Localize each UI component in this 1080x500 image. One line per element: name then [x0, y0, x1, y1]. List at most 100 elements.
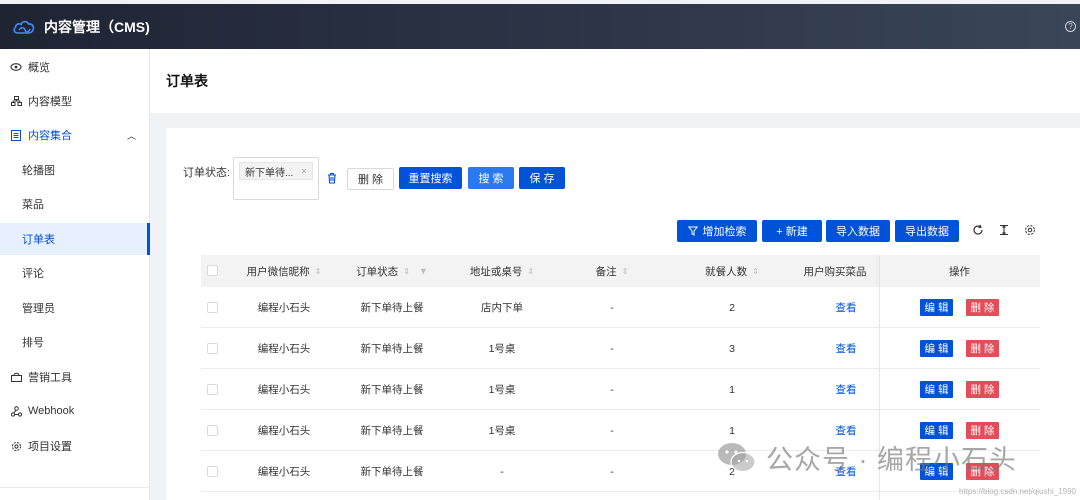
- sort-icon[interactable]: ⇕: [527, 267, 534, 276]
- sidebar-item-webhook[interactable]: Webhook: [0, 395, 150, 427]
- col-label: 订单状态: [356, 265, 399, 278]
- edit-button[interactable]: 编 辑: [920, 340, 953, 357]
- sort-icon[interactable]: ⇕: [752, 267, 759, 276]
- col-status[interactable]: 订单状态 ⇕ ▼: [337, 255, 447, 287]
- sidebar-item-marketing[interactable]: 营销工具: [0, 361, 150, 393]
- select-all-checkbox[interactable]: [207, 265, 218, 276]
- sidebar-item-label: 评论: [22, 268, 44, 280]
- edit-button[interactable]: 编 辑: [920, 422, 953, 439]
- filter-tag-label: 新下单待...: [245, 167, 294, 179]
- close-icon[interactable]: ×: [301, 166, 306, 176]
- sidebar-item-label: Webhook: [28, 405, 75, 417]
- cell-nickname: 编程小石头: [257, 466, 311, 478]
- import-data-button[interactable]: 导入数据: [826, 220, 890, 242]
- view-dishes-link[interactable]: 查看: [791, 287, 901, 328]
- page-header: 订单表: [150, 49, 1080, 113]
- sidebar-item-label: 项目设置: [28, 441, 72, 453]
- export-data-button[interactable]: 导出数据: [895, 220, 959, 242]
- cell-nickname: 编程小石头: [257, 302, 311, 314]
- table-header: 用户微信昵称 ⇕ 订单状态 ⇕ ▼ 地址或桌号 ⇕ 备注 ⇕ 就餐人数 ⇕ 用户购买菜品 操…: [201, 255, 1040, 287]
- search-button[interactable]: 搜 索: [468, 167, 514, 189]
- table-row: 编程小石头 新下单待上餐 1号桌 - 1 查看 编 辑 删 除: [201, 369, 1040, 410]
- delete-filter-button[interactable]: 删 除: [347, 168, 394, 190]
- col-label: 就餐人数: [705, 265, 748, 278]
- trash-icon[interactable]: [326, 172, 338, 184]
- col-diners[interactable]: 就餐人数 ⇕: [677, 255, 787, 287]
- sidebar-item-dishes[interactable]: 菜品: [0, 188, 150, 220]
- edit-button[interactable]: 编 辑: [920, 381, 953, 398]
- cell-remark: -: [610, 465, 614, 478]
- save-button[interactable]: 保 存: [519, 167, 565, 189]
- sort-icon[interactable]: ⇕: [403, 267, 410, 276]
- cell-diners: 1: [729, 383, 735, 396]
- col-nickname[interactable]: 用户微信昵称 ⇕: [231, 255, 337, 287]
- reset-search-button[interactable]: 重置搜索: [399, 167, 462, 189]
- sidebar-item-admins[interactable]: 管理员: [0, 292, 150, 324]
- sidebar-item-label: 订单表: [22, 234, 55, 246]
- list-icon: [10, 129, 22, 141]
- column-height-icon[interactable]: [997, 223, 1011, 237]
- view-dishes-link[interactable]: 查看: [791, 328, 901, 369]
- cell-diners: 3: [729, 342, 735, 355]
- filter-icon[interactable]: ▼: [419, 266, 428, 276]
- status-filter-select[interactable]: 新下单待... ×: [233, 157, 319, 200]
- cell-status: 新下单待上餐: [360, 384, 424, 396]
- sidebar-item-carousel[interactable]: 轮播图: [0, 154, 150, 186]
- sidebar-item-overview[interactable]: 概览: [0, 51, 150, 83]
- help-icon[interactable]: ?: [1065, 21, 1076, 32]
- webhook-icon: [10, 405, 22, 417]
- delete-button[interactable]: 删 除: [966, 340, 999, 357]
- sort-icon[interactable]: ⇕: [622, 267, 629, 276]
- settings-icon[interactable]: [1023, 223, 1037, 237]
- cell-remark: -: [610, 424, 614, 437]
- filter-icon: [687, 226, 698, 236]
- sidebar-item-queue[interactable]: 排号: [0, 326, 150, 358]
- cell-remark: -: [610, 342, 614, 355]
- col-ops: 操作: [879, 255, 1040, 287]
- sidebar-item-content-model[interactable]: 内容模型: [0, 85, 150, 117]
- refresh-icon[interactable]: [971, 223, 985, 237]
- cell-address: 1号桌: [488, 384, 516, 396]
- cell-diners: 2: [729, 301, 735, 314]
- logo[interactable]: 内容管理（CMS): [0, 17, 150, 37]
- row-checkbox[interactable]: [207, 302, 218, 313]
- col-label: 地址或桌号: [469, 265, 523, 278]
- app-title: 内容管理（CMS): [44, 18, 150, 35]
- edit-button[interactable]: 编 辑: [920, 299, 953, 316]
- row-checkbox[interactable]: [207, 343, 218, 354]
- cell-remark: -: [610, 383, 614, 396]
- chevron-up-icon[interactable]: ︿: [127, 129, 136, 142]
- add-filter-button[interactable]: 增加检索: [677, 220, 757, 242]
- table-row: 编程小石头 新下单待上餐 1号桌 - 3 查看 编 辑 删 除: [201, 328, 1040, 369]
- watermark-text: 公众号 · 编程小石头: [766, 445, 1017, 475]
- sidebar-item-project-settings[interactable]: 项目设置: [0, 430, 150, 462]
- row-checkbox[interactable]: [207, 384, 218, 395]
- row-checkbox[interactable]: [207, 425, 218, 436]
- sidebar-divider: [0, 487, 150, 488]
- sidebar-item-label: 概览: [28, 62, 50, 74]
- col-label: 用户微信昵称: [246, 265, 310, 278]
- sidebar-item-orders[interactable]: 订单表: [0, 223, 150, 255]
- table-row: 编程小石头 新下单待上餐 店内下单 - 2 查看 编 辑 删 除: [201, 287, 1040, 328]
- col-address[interactable]: 地址或桌号 ⇕: [447, 255, 557, 287]
- delete-button[interactable]: 删 除: [966, 422, 999, 439]
- sort-icon[interactable]: ⇕: [315, 267, 322, 276]
- delete-button[interactable]: 删 除: [966, 299, 999, 316]
- filter-tag: 新下单待... ×: [239, 162, 313, 180]
- sidebar-item-label: 营销工具: [28, 372, 72, 384]
- sidebar-item-comments[interactable]: 评论: [0, 257, 150, 289]
- watermark-url: https://blog.csdn.net/qiushi_1990: [959, 487, 1076, 496]
- delete-button[interactable]: 删 除: [966, 381, 999, 398]
- sidebar-item-label: 内容集合: [28, 130, 72, 142]
- new-button[interactable]: + 新建: [762, 220, 822, 242]
- view-dishes-link[interactable]: 查看: [791, 369, 901, 410]
- col-remark[interactable]: 备注 ⇕: [557, 255, 667, 287]
- model-icon: [10, 95, 22, 107]
- cell-status: 新下单待上餐: [360, 466, 424, 478]
- sidebar-item-content-collection[interactable]: 内容集合 ︿: [0, 119, 150, 151]
- cell-nickname: 编程小石头: [257, 425, 311, 437]
- page-title: 订单表: [166, 73, 208, 89]
- row-checkbox[interactable]: [207, 466, 218, 477]
- wechat-logo-icon: [718, 442, 756, 472]
- col-label: 用户购买菜品: [803, 265, 867, 278]
